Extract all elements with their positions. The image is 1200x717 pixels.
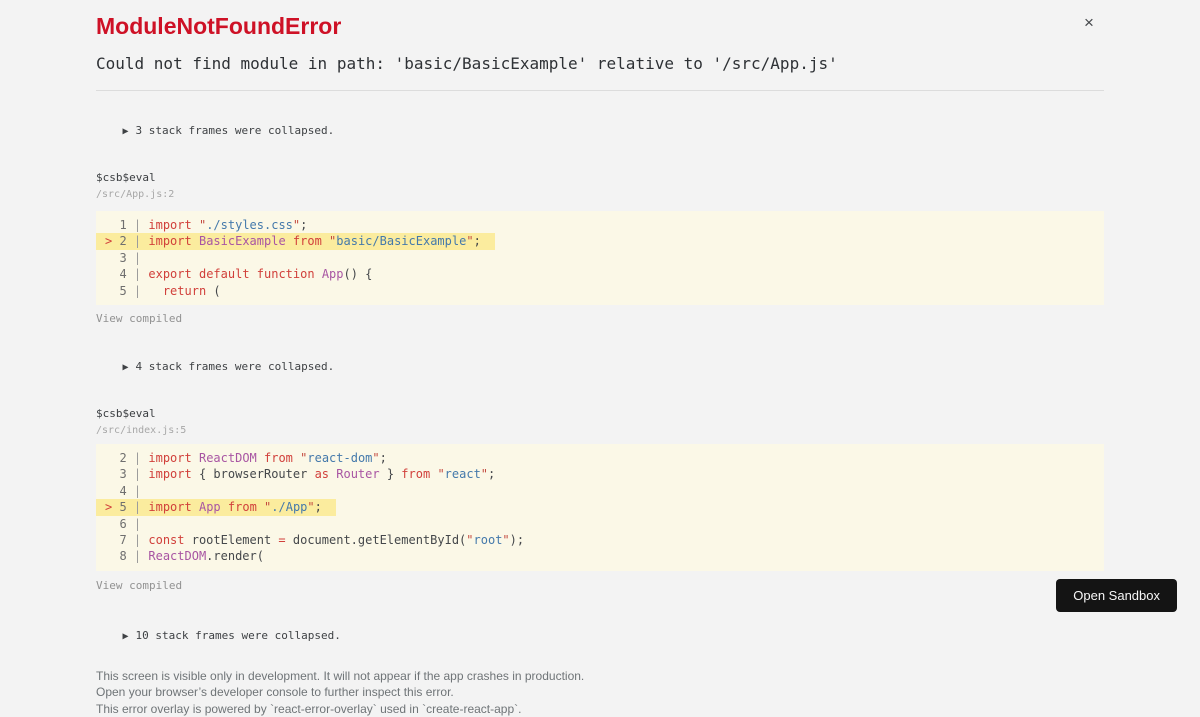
- expand-arrow-icon: ▶: [122, 630, 129, 642]
- collapsed-frames-label: 10 stack frames were collapsed.: [135, 628, 341, 642]
- line-number: 4: [119, 483, 127, 498]
- line-number: 5: [119, 283, 127, 298]
- code-line: 3 |: [119, 250, 149, 265]
- footer-note-development: This screen is visible only in developme…: [96, 668, 585, 683]
- collapsed-frames-label: 4 stack frames were collapsed.: [135, 360, 335, 374]
- line-number: 8: [119, 549, 127, 564]
- collapsed-frames-toggle-1[interactable]: ▶ 3 stack frames were collapsed.: [96, 110, 1104, 153]
- line-number: 1: [119, 218, 127, 232]
- stack-frame-location-1: /src/App.js:2: [96, 189, 175, 200]
- footer-note-console: Open your browser’s developer console to…: [96, 685, 454, 700]
- code-line: 1 | import "./styles.css";: [119, 218, 308, 232]
- code-line-error: > 5 | import App from "./App";: [96, 499, 336, 516]
- line-number: 2: [119, 234, 127, 249]
- error-message: Could not find module in path: 'basic/Ba…: [96, 54, 838, 73]
- line-number: 5: [119, 500, 127, 515]
- collapsed-frames-toggle-2[interactable]: ▶ 4 stack frames were collapsed.: [96, 346, 1104, 389]
- code-frame-2: 2 | import ReactDOM from "react-dom"; 3 …: [96, 444, 1104, 571]
- footer-note-powered-by: This error overlay is powered by `react-…: [96, 701, 522, 716]
- code-line: 3 | import { browserRouter as Router } f…: [119, 467, 496, 482]
- code-line: 6 |: [119, 516, 149, 531]
- code-line: 7 | const rootElement = document.getElem…: [119, 533, 525, 548]
- code-line: 4 |: [119, 483, 149, 498]
- line-number: 3: [119, 467, 127, 482]
- line-number: 3: [119, 250, 127, 265]
- code-line-error: > 2 | import BasicExample from "basic/Ba…: [96, 233, 495, 250]
- line-number: 2: [119, 451, 127, 466]
- code-frame-1: 1 | import "./styles.css"; > 2 | import B…: [96, 211, 1104, 306]
- stack-frame-function-1: $csb$eval: [96, 171, 156, 184]
- stack-frame-function-2: $csb$eval: [96, 407, 156, 421]
- collapsed-frames-label: 3 stack frames were collapsed.: [135, 124, 335, 137]
- error-title: ModuleNotFoundError: [96, 13, 342, 39]
- expand-arrow-icon: ▶: [122, 362, 129, 374]
- line-number: 4: [119, 267, 127, 282]
- view-compiled-link-2[interactable]: View compiled: [96, 579, 182, 593]
- code-line: 8 | ReactDOM.render(: [119, 549, 264, 564]
- overlay-footer: This screen is visible only in developme…: [96, 668, 1104, 717]
- expand-arrow-icon: ▶: [122, 126, 129, 137]
- code-line: 5 | return (: [119, 283, 221, 298]
- error-line-marker: >: [105, 234, 120, 249]
- line-number: 7: [119, 533, 127, 548]
- collapsed-frames-toggle-3[interactable]: ▶ 10 stack frames were collapsed.: [96, 615, 1104, 658]
- error-overlay: ModuleNotFoundError Could not find modul…: [96, 0, 1104, 717]
- line-number: 6: [119, 516, 127, 531]
- code-line: 4 | export default function App() {: [119, 267, 373, 282]
- code-line: 2 | import ReactDOM from "react-dom";: [119, 451, 387, 466]
- divider: [96, 90, 1104, 91]
- open-sandbox-button[interactable]: Open Sandbox: [1056, 579, 1177, 612]
- close-icon[interactable]: ×: [1078, 12, 1100, 34]
- error-line-marker: >: [105, 500, 120, 515]
- stack-frame-location-2: /src/index.js:5: [96, 425, 187, 437]
- view-compiled-link-1[interactable]: View compiled: [96, 312, 182, 326]
